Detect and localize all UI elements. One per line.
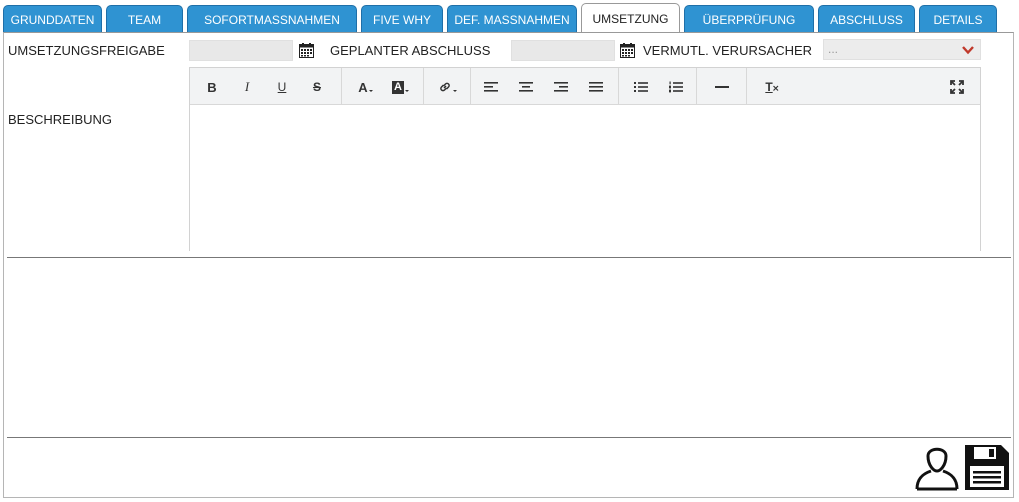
italic-button[interactable]: I: [239, 77, 255, 97]
tab-bar: GRUNDDATEN TEAM SOFORTMASSNAHMEN FIVE WH…: [3, 3, 1001, 33]
toolbar-separator: [470, 68, 471, 105]
tab-def-massnahmen[interactable]: DEF. MASSNAHMEN: [447, 5, 577, 33]
select-placeholder: ...: [828, 42, 839, 56]
link-icon: [440, 82, 450, 92]
background-color-label: A: [392, 80, 404, 94]
align-left-button[interactable]: [483, 77, 499, 97]
tab-five-why[interactable]: FIVE WHY: [361, 5, 443, 33]
planned-completion-label: GEPLANTER ABSCHLUSS: [330, 43, 491, 58]
font-color-label: A: [358, 79, 368, 95]
align-center-button[interactable]: [518, 77, 534, 97]
toolbar-separator: [746, 68, 747, 105]
tab-details[interactable]: DETAILS: [919, 5, 997, 33]
section-divider: [7, 437, 1011, 438]
tab-sofortmassnahmen[interactable]: SOFORTMASSNAHMEN: [187, 5, 357, 33]
link-button[interactable]: [436, 77, 460, 97]
calendar-icon[interactable]: [299, 43, 314, 58]
user-icon[interactable]: [914, 443, 960, 491]
align-right-icon: [554, 82, 568, 92]
bold-button[interactable]: B: [204, 77, 220, 97]
section-divider: [7, 257, 1011, 258]
tab-umsetzung[interactable]: UMSETZUNG: [581, 3, 680, 33]
caret-down-icon: [453, 90, 457, 92]
release-label: UMSETZUNGSFREIGABE: [8, 43, 165, 58]
align-center-icon: [519, 82, 533, 92]
caret-down-icon: [404, 90, 409, 92]
background-color-button[interactable]: A: [389, 77, 413, 97]
rich-text-editor: B I U S A A T: [189, 67, 981, 251]
toolbar-separator: [618, 68, 619, 105]
save-icon[interactable]: [964, 444, 1010, 491]
tab-ueberpruefung[interactable]: ÜBERPRÜFUNG: [684, 5, 814, 33]
numbered-list-button[interactable]: [668, 77, 684, 97]
fullscreen-button[interactable]: [948, 77, 966, 97]
clear-format-icon: [772, 85, 779, 91]
horizontal-rule-button[interactable]: [713, 77, 731, 97]
tab-grunddaten[interactable]: GRUNDDATEN: [3, 5, 102, 33]
numbered-list-icon: [669, 81, 683, 93]
clear-format-button[interactable]: T: [762, 77, 782, 97]
tab-team[interactable]: TEAM: [106, 5, 183, 33]
toolbar-separator: [341, 68, 342, 105]
fullscreen-icon: [950, 80, 964, 94]
umsetzung-panel: UMSETZUNGSFREIGABE GEPLANTER ABSCHLUSS V…: [3, 32, 1014, 498]
planned-completion-field[interactable]: [511, 40, 615, 61]
align-left-icon: [484, 82, 498, 92]
description-editor-body[interactable]: [190, 105, 980, 251]
strikethrough-button[interactable]: S: [309, 77, 325, 97]
chevron-down-icon: [962, 46, 974, 55]
description-label: BESCHREIBUNG: [8, 112, 113, 127]
align-justify-icon: [589, 82, 603, 92]
toolbar-separator: [423, 68, 424, 105]
calendar-icon[interactable]: [620, 43, 635, 58]
align-justify-button[interactable]: [588, 77, 604, 97]
release-date-field[interactable]: [189, 40, 293, 61]
bullet-list-icon: [634, 82, 648, 92]
align-right-button[interactable]: [553, 77, 569, 97]
bullet-list-button[interactable]: [633, 77, 649, 97]
suspected-cause-select[interactable]: ...: [823, 39, 981, 60]
toolbar-separator: [696, 68, 697, 105]
horizontal-rule-icon: [715, 86, 729, 88]
clear-format-label: T: [765, 80, 773, 94]
font-color-button[interactable]: A: [355, 77, 377, 97]
tab-abschluss[interactable]: ABSCHLUSS: [818, 5, 915, 33]
suspected-cause-label: VERMUTL. VERURSACHER: [643, 43, 813, 58]
caret-down-icon: [368, 90, 373, 92]
editor-toolbar: B I U S A A T: [190, 68, 980, 105]
underline-button[interactable]: U: [274, 77, 290, 97]
